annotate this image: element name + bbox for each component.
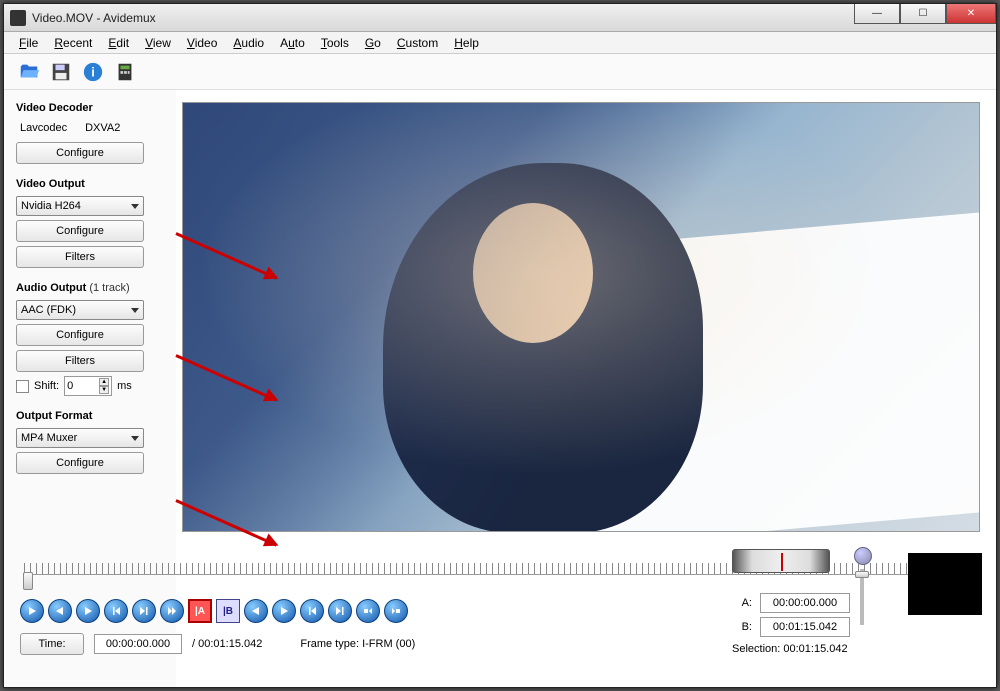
b-time[interactable]: 00:01:15.042	[760, 617, 850, 637]
menu-recent[interactable]: Recent	[47, 34, 99, 52]
last-frame-button[interactable]	[328, 599, 352, 623]
menu-auto[interactable]: Auto	[273, 34, 312, 52]
titlebar: Video.MOV - Avidemux — ☐ ✕	[4, 4, 996, 32]
volume-track[interactable]	[860, 569, 864, 625]
audio-output-configure-button[interactable]: Configure	[16, 324, 144, 346]
video-preview[interactable]	[182, 102, 980, 532]
audio-output-select[interactable]: AAC (FDK)	[16, 300, 144, 320]
time-total: / 00:01:15.042	[192, 638, 262, 650]
menu-file[interactable]: File	[12, 34, 45, 52]
info-icon[interactable]: i	[82, 61, 104, 83]
fast-forward-button[interactable]	[160, 599, 184, 623]
next-keyframe-button[interactable]	[132, 599, 156, 623]
menu-help[interactable]: Help	[447, 34, 486, 52]
menu-video[interactable]: Video	[180, 34, 224, 52]
decoder-configure-button[interactable]: Configure	[16, 142, 144, 164]
frame-type: Frame type: I-FRM (00)	[300, 638, 415, 650]
window-title: Video.MOV - Avidemux	[32, 11, 156, 25]
menu-custom[interactable]: Custom	[390, 34, 445, 52]
menubar: File Recent Edit View Video Audio Auto T…	[4, 32, 996, 54]
next-cut-button[interactable]	[272, 599, 296, 623]
chevron-down-icon	[131, 308, 139, 313]
prev-keyframe-button[interactable]	[104, 599, 128, 623]
time-current[interactable]: 00:00:00.000	[94, 634, 182, 654]
output-format-value: MP4 Muxer	[21, 432, 77, 444]
volume-slider[interactable]	[854, 547, 870, 637]
video-output-heading: Video Output	[16, 178, 168, 190]
calculator-icon[interactable]	[114, 61, 136, 83]
prev-black-button[interactable]	[356, 599, 380, 623]
prev-frame-button[interactable]	[48, 599, 72, 623]
a-time[interactable]: 00:00:00.000	[760, 593, 850, 613]
output-format-select[interactable]: MP4 Muxer	[16, 428, 144, 448]
menu-edit[interactable]: Edit	[101, 34, 136, 52]
svg-text:i: i	[91, 64, 95, 79]
maximize-button[interactable]: ☐	[900, 4, 946, 24]
output-format-configure-button[interactable]: Configure	[16, 452, 144, 474]
shift-unit: ms	[117, 380, 132, 392]
timeline-thumb[interactable]	[23, 572, 33, 590]
app-icon	[10, 10, 26, 26]
shift-checkbox[interactable]	[16, 380, 29, 393]
output-format-heading: Output Format	[16, 410, 168, 422]
b-label: B:	[732, 621, 752, 633]
video-output-configure-button[interactable]: Configure	[16, 220, 144, 242]
menu-view[interactable]: View	[138, 34, 178, 52]
video-output-select[interactable]: Nvidia H264	[16, 196, 144, 216]
audio-output-heading: Audio Output (1 track)	[16, 282, 168, 294]
first-frame-button[interactable]	[300, 599, 324, 623]
menu-go[interactable]: Go	[358, 34, 388, 52]
audio-output-value: AAC (FDK)	[21, 304, 76, 316]
volume-thumb[interactable]	[855, 571, 869, 578]
mark-a-button[interactable]: |A	[188, 599, 212, 623]
mark-b-button[interactable]: |B	[216, 599, 240, 623]
time-button[interactable]: Time:	[20, 633, 84, 655]
audio-output-filters-button[interactable]: Filters	[16, 350, 144, 372]
chevron-down-icon	[131, 436, 139, 441]
video-decoder-heading: Video Decoder	[16, 102, 168, 114]
next-frame-button[interactable]	[76, 599, 100, 623]
open-icon[interactable]	[18, 61, 40, 83]
decoder-dxva2: DXVA2	[85, 122, 120, 134]
play-button[interactable]	[20, 599, 44, 623]
save-icon[interactable]	[50, 61, 72, 83]
shift-up-icon[interactable]: ▲	[99, 378, 109, 386]
next-black-button[interactable]	[384, 599, 408, 623]
close-button[interactable]: ✕	[946, 4, 996, 24]
mini-preview	[908, 553, 982, 615]
minimize-button[interactable]: —	[854, 4, 900, 24]
toolbar: i	[4, 54, 996, 90]
shift-value: 0	[67, 380, 73, 392]
menu-audio[interactable]: Audio	[226, 34, 271, 52]
decoder-lavcodec: Lavcodec	[20, 122, 67, 134]
a-label: A:	[732, 597, 752, 609]
chevron-down-icon	[131, 204, 139, 209]
shift-down-icon[interactable]: ▼	[99, 386, 109, 394]
shift-label: Shift:	[34, 380, 59, 392]
menu-tools[interactable]: Tools	[314, 34, 356, 52]
prev-cut-button[interactable]	[244, 599, 268, 623]
volume-icon[interactable]	[854, 547, 872, 565]
video-output-filters-button[interactable]: Filters	[16, 246, 144, 268]
shift-input[interactable]: 0 ▲▼	[64, 376, 112, 396]
selection-text: Selection: 00:01:15.042	[732, 643, 848, 655]
video-output-value: Nvidia H264	[21, 200, 81, 212]
jog-wheel[interactable]	[732, 549, 830, 573]
